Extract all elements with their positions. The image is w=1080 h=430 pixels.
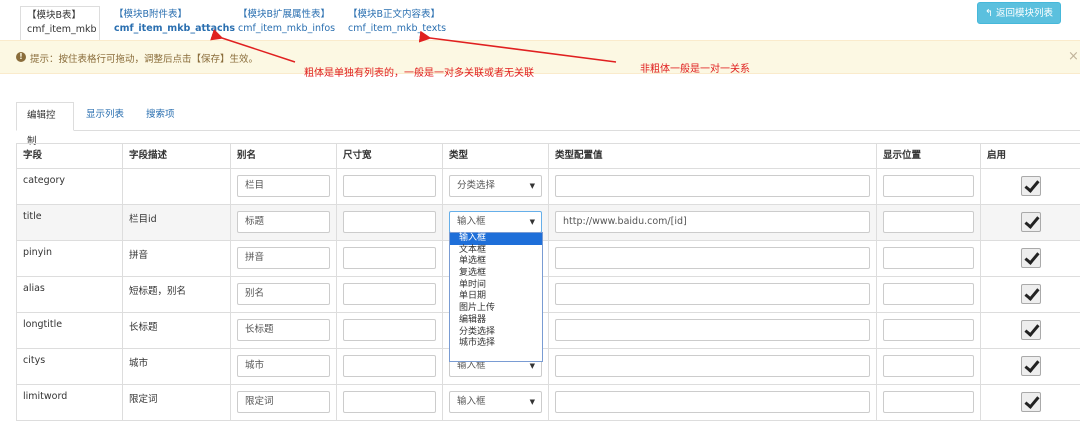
type-config-input[interactable]: http://www.baidu.com/[id] — [555, 211, 870, 233]
position-input[interactable] — [883, 211, 974, 233]
annotation-bold-note: 粗体是单独有列表的，一般是一对多关联或者无关联 — [304, 68, 534, 79]
enabled-checkbox[interactable] — [1020, 320, 1041, 340]
alias-input[interactable]: 标题 — [237, 211, 330, 233]
field-name: limitword — [16, 384, 123, 421]
header-position: 显示位置 — [876, 143, 981, 169]
select-caret-icon: ▼ — [529, 182, 535, 190]
field-desc: 短标题，别名 — [122, 276, 231, 313]
header-field: 字段 — [16, 143, 123, 169]
dropdown-option[interactable]: 分类选择 — [450, 327, 542, 339]
tab-display-list[interactable]: 显示列表 — [76, 102, 134, 130]
width-input[interactable] — [343, 247, 436, 269]
enabled-checkbox[interactable] — [1020, 212, 1041, 232]
field-desc: 长标题 — [122, 312, 231, 349]
header-desc: 字段描述 — [122, 143, 231, 169]
dropdown-option[interactable]: 单日期 — [450, 291, 542, 303]
dropdown-option[interactable]: 图片上传 — [450, 303, 542, 315]
type-config-input[interactable] — [555, 175, 870, 197]
header-width: 尺寸宽 — [336, 143, 443, 169]
field-name: alias — [16, 276, 123, 313]
width-input[interactable] — [343, 283, 436, 305]
width-input[interactable] — [343, 175, 436, 197]
alias-input[interactable]: 长标题 — [237, 319, 330, 341]
width-input[interactable] — [343, 319, 436, 341]
field-desc — [122, 168, 231, 205]
field-name: category — [16, 168, 123, 205]
field-name: longtitle — [16, 312, 123, 349]
annotation-nonbold-note: 非粗体一般是一对一关系 — [640, 64, 750, 75]
table-header-row: 字段 字段描述 别名 尺寸宽 类型 类型配置值 显示位置 启用 — [16, 143, 1080, 169]
type-config-input[interactable] — [555, 391, 870, 413]
type-select-value: 输入框 — [457, 216, 486, 227]
alias-input[interactable]: 别名 — [237, 283, 330, 305]
field-name: pinyin — [16, 240, 123, 277]
field-config-table: 字段 字段描述 别名 尺寸宽 类型 类型配置值 显示位置 启用 category… — [16, 143, 1080, 421]
position-input[interactable] — [883, 247, 974, 269]
position-input[interactable] — [883, 391, 974, 413]
header-type-config: 类型配置值 — [548, 143, 877, 169]
enabled-checkbox[interactable] — [1020, 176, 1041, 196]
table-row[interactable]: longtitle 长标题 长标题 — [16, 312, 1080, 349]
type-select[interactable]: 输入框 ▼ — [449, 391, 542, 413]
enabled-checkbox[interactable] — [1020, 284, 1041, 304]
tab-search-items[interactable]: 搜索项 — [136, 102, 185, 130]
table-row[interactable]: citys 城市 城市 输入框 ▼ — [16, 348, 1080, 385]
enabled-checkbox[interactable] — [1020, 356, 1041, 376]
table-row[interactable]: limitword 限定词 限定词 输入框 ▼ — [16, 384, 1080, 421]
config-tabs: 编辑控制 显示列表 搜索项 — [16, 100, 1080, 147]
dropdown-option[interactable]: 文本框 — [450, 245, 542, 257]
type-config-input[interactable] — [555, 319, 870, 341]
table-row[interactable]: title 栏目id 标题 输入框 ▼ http://www.baidu.com/… — [16, 204, 1080, 241]
type-config-input[interactable] — [555, 247, 870, 269]
enabled-checkbox[interactable] — [1020, 248, 1041, 268]
width-input[interactable] — [343, 355, 436, 377]
dropdown-option[interactable]: 编辑器 — [450, 315, 542, 327]
position-input[interactable] — [883, 355, 974, 377]
dropdown-option[interactable]: 复选框 — [450, 268, 542, 280]
alias-input[interactable]: 限定词 — [237, 391, 330, 413]
type-dropdown-list[interactable]: 输入框 文本框 单选框 复选框 单时间 单日期 图片上传 编辑器 分类选择 城市… — [449, 232, 543, 362]
table-row[interactable]: category 栏目 分类选择 ▼ — [16, 168, 1080, 205]
position-input[interactable] — [883, 175, 974, 197]
select-caret-icon: ▼ — [529, 218, 535, 226]
table-row[interactable]: pinyin 拼音 拼音 — [16, 240, 1080, 277]
field-desc: 栏目id — [122, 204, 231, 241]
dropdown-option[interactable]: 单选框 — [450, 256, 542, 268]
header-enabled: 启用 — [980, 143, 1080, 169]
header-alias: 别名 — [230, 143, 337, 169]
header-type: 类型 — [442, 143, 549, 169]
dropdown-option[interactable]: 输入框 — [450, 233, 542, 245]
tab-edit-control[interactable]: 编辑控制 — [16, 102, 74, 147]
alias-input[interactable]: 城市 — [237, 355, 330, 377]
type-select-value: 输入框 — [457, 396, 486, 407]
type-config-input[interactable] — [555, 283, 870, 305]
type-select-value: 分类选择 — [457, 180, 496, 191]
field-desc: 城市 — [122, 348, 231, 385]
field-desc: 限定词 — [122, 384, 231, 421]
dropdown-option[interactable]: 城市选择 — [450, 338, 542, 350]
width-input[interactable] — [343, 391, 436, 413]
field-name: title — [16, 204, 123, 241]
dropdown-option[interactable]: 单时间 — [450, 280, 542, 292]
table-row[interactable]: alias 短标题，别名 别名 — [16, 276, 1080, 313]
position-input[interactable] — [883, 283, 974, 305]
select-caret-icon: ▼ — [529, 398, 535, 406]
field-name: citys — [16, 348, 123, 385]
type-select[interactable]: 输入框 ▼ — [449, 211, 542, 233]
field-desc: 拼音 — [122, 240, 231, 277]
enabled-checkbox[interactable] — [1020, 392, 1041, 412]
position-input[interactable] — [883, 319, 974, 341]
alias-input[interactable]: 栏目 — [237, 175, 330, 197]
width-input[interactable] — [343, 211, 436, 233]
type-select[interactable]: 分类选择 ▼ — [449, 175, 542, 197]
alias-input[interactable]: 拼音 — [237, 247, 330, 269]
type-config-input[interactable] — [555, 355, 870, 377]
